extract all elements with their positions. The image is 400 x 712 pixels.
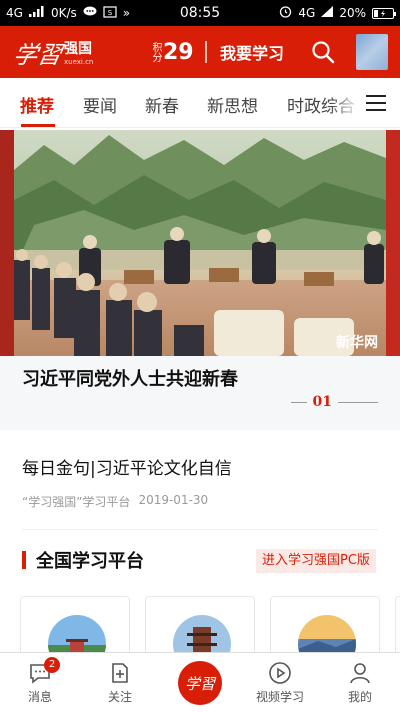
article-title: 每日金句|习近平论文化自信 [22, 459, 232, 479]
platform-image [298, 615, 356, 656]
pc-version-button[interactable]: 进入学习强国PC版 [256, 549, 376, 573]
battery-icon [372, 7, 396, 19]
pager-line-right [338, 401, 378, 403]
nav-video-label: 视频学习 [255, 690, 304, 704]
app-header: 学習 强国 xuexi.cn 积分 29 我要学习 [0, 26, 400, 78]
points-value: 29 [163, 39, 194, 65]
pager-number: 01 [312, 394, 332, 410]
nav-mine-label: 我的 [347, 690, 372, 704]
status-bar: 4G 0K/s S » 08:55 4G 20% [0, 0, 400, 26]
nav-messages[interactable]: 消息 2 [10, 653, 70, 712]
platform-card[interactable] [270, 596, 380, 656]
search-icon[interactable] [311, 40, 335, 64]
avatar[interactable] [356, 34, 388, 70]
section-title: 全国学习平台 [36, 551, 144, 572]
bottom-nav: 消息 2 关注 学習 视频学习 我的 [0, 652, 400, 711]
tab-spring-festival[interactable]: 新春 [145, 92, 179, 117]
play-icon [268, 661, 292, 685]
notification-badge: 2 [44, 657, 60, 673]
tab-new-thought[interactable]: 新思想 [207, 92, 258, 117]
platform-image [48, 615, 106, 656]
logo-mark: 学習 [11, 40, 65, 69]
hero-watermark: 新华网 [336, 335, 378, 351]
follow-icon [108, 661, 132, 685]
article-date: 2019-01-30 [138, 493, 209, 507]
hero-right-edge [386, 130, 400, 356]
nav-mine[interactable]: 我的 [330, 653, 390, 712]
hero-photo [14, 130, 386, 356]
header-divider [205, 41, 207, 63]
platform-card[interactable] [20, 596, 130, 656]
nav-video[interactable]: 视频学习 [250, 653, 310, 712]
platform-image [173, 615, 231, 656]
platform-card[interactable] [395, 596, 400, 656]
nav-follow-label: 关注 [107, 690, 132, 704]
hero-left-edge [0, 130, 14, 356]
platform-cards [0, 596, 400, 656]
article-source: “学习强国”学习平台 [22, 495, 131, 509]
tab-recommend[interactable]: 推荐 [20, 92, 54, 117]
article-meta: “学习强国”学习平台 2019-01-30 [22, 493, 208, 510]
list-item[interactable]: 每日金句|习近平论文化自信 “学习强国”学习平台 2019-01-30 [0, 430, 400, 530]
hero-image[interactable]: 新华网 [14, 130, 386, 356]
signal-right-icon [321, 6, 334, 20]
tab-news[interactable]: 要闻 [83, 92, 117, 117]
points-label: 积分 [150, 42, 161, 62]
pager-line-left [290, 401, 307, 403]
tabs-fade [330, 88, 360, 118]
carousel-pager: 01 [290, 394, 378, 410]
channel-tabs: 推荐 要闻 新春 新思想 时政综合 [0, 78, 400, 128]
study-button[interactable]: 我要学习 [220, 40, 284, 64]
nav-follow[interactable]: 关注 [90, 653, 150, 712]
menu-icon[interactable] [366, 95, 386, 111]
app-logo[interactable]: 学習 强国 xuexi.cn [0, 35, 93, 70]
battery-percent: 20% [339, 6, 366, 20]
platform-card[interactable] [145, 596, 255, 656]
section-marker [22, 551, 26, 569]
points-display[interactable]: 积分 29 [150, 40, 204, 65]
active-tab-indicator [21, 124, 55, 127]
divider [22, 529, 378, 530]
network-right-indicator: 4G [298, 6, 316, 20]
user-icon [348, 661, 372, 685]
hero-title: 习近平同党外人士共迎新春 [22, 369, 238, 390]
hero-caption[interactable]: 习近平同党外人士共迎新春 01 [0, 356, 400, 430]
logo-title: 强国 [64, 41, 92, 57]
logo-domain: xuexi.cn [64, 58, 94, 66]
study-home-button[interactable]: 学習 [178, 661, 222, 705]
section-header: 全国学习平台 进入学习强国PC版 [0, 540, 400, 580]
nav-messages-label: 消息 [27, 690, 52, 704]
alarm-icon [279, 5, 292, 21]
